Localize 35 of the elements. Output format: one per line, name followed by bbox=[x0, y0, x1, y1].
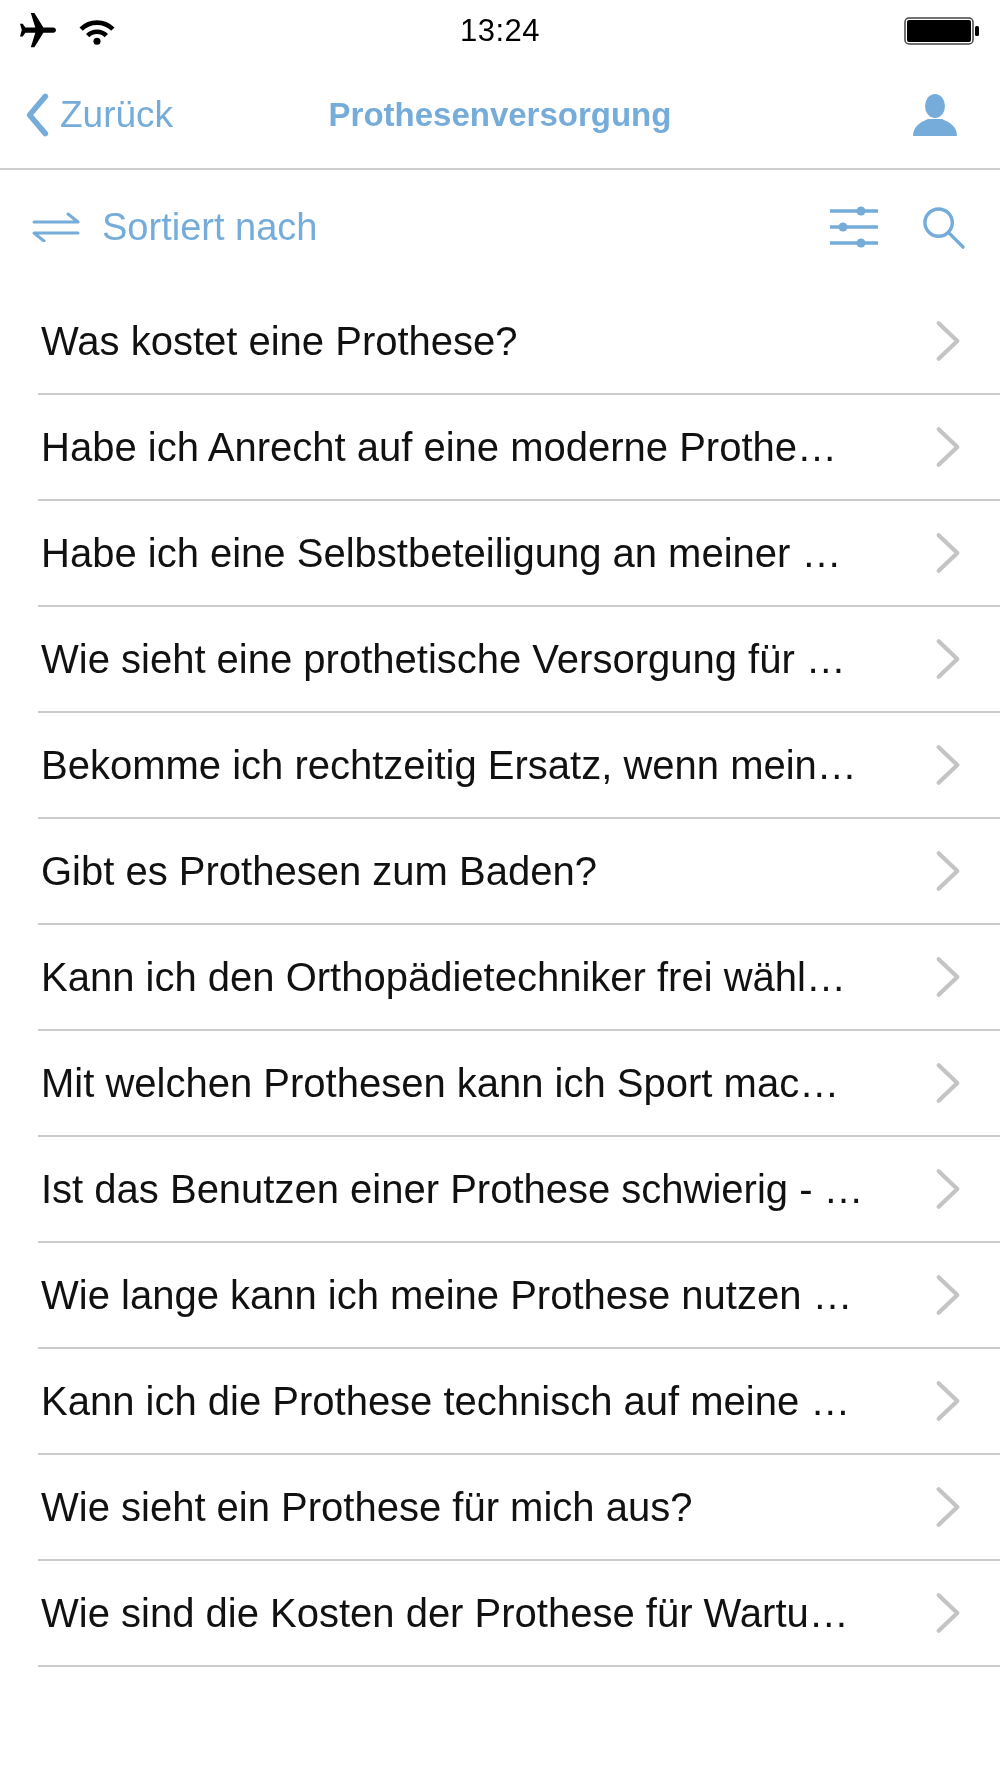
battery-icon bbox=[904, 17, 980, 45]
question-list-item[interactable]: Habe ich Anrecht auf eine moderne Prothe… bbox=[38, 395, 1000, 501]
question-list-item[interactable]: Wie sind die Kosten der Prothese für Wartu… bbox=[38, 1561, 1000, 1667]
question-list-item[interactable]: Wie lange kann ich meine Prothese nutzen … bbox=[38, 1243, 1000, 1349]
search-icon[interactable] bbox=[921, 204, 966, 250]
status-time: 13:24 bbox=[459, 11, 541, 50]
question-list-item[interactable]: Wie sieht ein Prothese für mich aus? bbox=[38, 1455, 1000, 1561]
chevron-right-icon bbox=[934, 1591, 962, 1635]
question-list-item[interactable]: Kann ich die Prothese technisch auf meine … bbox=[38, 1349, 1000, 1455]
question-list-item[interactable]: Habe ich eine Selbstbeteiligung an meiner … bbox=[38, 501, 1000, 607]
wifi-icon bbox=[78, 17, 116, 45]
chevron-right-icon bbox=[934, 319, 962, 363]
chevron-right-icon bbox=[934, 1379, 962, 1423]
chevron-right-icon bbox=[934, 1061, 962, 1105]
sliders-icon[interactable] bbox=[829, 206, 879, 248]
chevron-right-icon bbox=[934, 425, 962, 469]
question-list-item[interactable]: Ist das Benutzen einer Prothese schwierig - … bbox=[38, 1137, 1000, 1243]
screen-title: Prothesenversorgung bbox=[328, 95, 672, 136]
question-list-item[interactable]: Gibt es Prothesen zum Baden? bbox=[38, 819, 1000, 925]
chevron-right-icon bbox=[934, 955, 962, 999]
chevron-right-icon bbox=[934, 531, 962, 575]
question-list-item[interactable]: Kann ich den Orthopädietechniker frei wähl… bbox=[38, 925, 1000, 1031]
airplane-icon bbox=[20, 13, 56, 49]
question-list-item[interactable]: Was kostet eine Prothese? bbox=[38, 289, 1000, 395]
chevron-right-icon bbox=[934, 849, 962, 893]
question-list-item[interactable]: Mit welchen Prothesen kann ich Sport mac… bbox=[38, 1031, 1000, 1137]
chevron-right-icon bbox=[934, 637, 962, 681]
chevron-left-icon bbox=[24, 92, 50, 138]
chevron-right-icon bbox=[934, 743, 962, 787]
chevron-right-icon bbox=[934, 1273, 962, 1317]
chevron-right-icon bbox=[934, 1485, 962, 1529]
person-icon[interactable] bbox=[912, 94, 958, 136]
question-list-item[interactable]: Wie sieht eine prothetische Versorgung für … bbox=[38, 607, 1000, 713]
question-list-item[interactable]: Bekomme ich rechtzeitig Ersatz, wenn mein… bbox=[38, 713, 1000, 819]
chevron-right-icon bbox=[934, 1167, 962, 1211]
